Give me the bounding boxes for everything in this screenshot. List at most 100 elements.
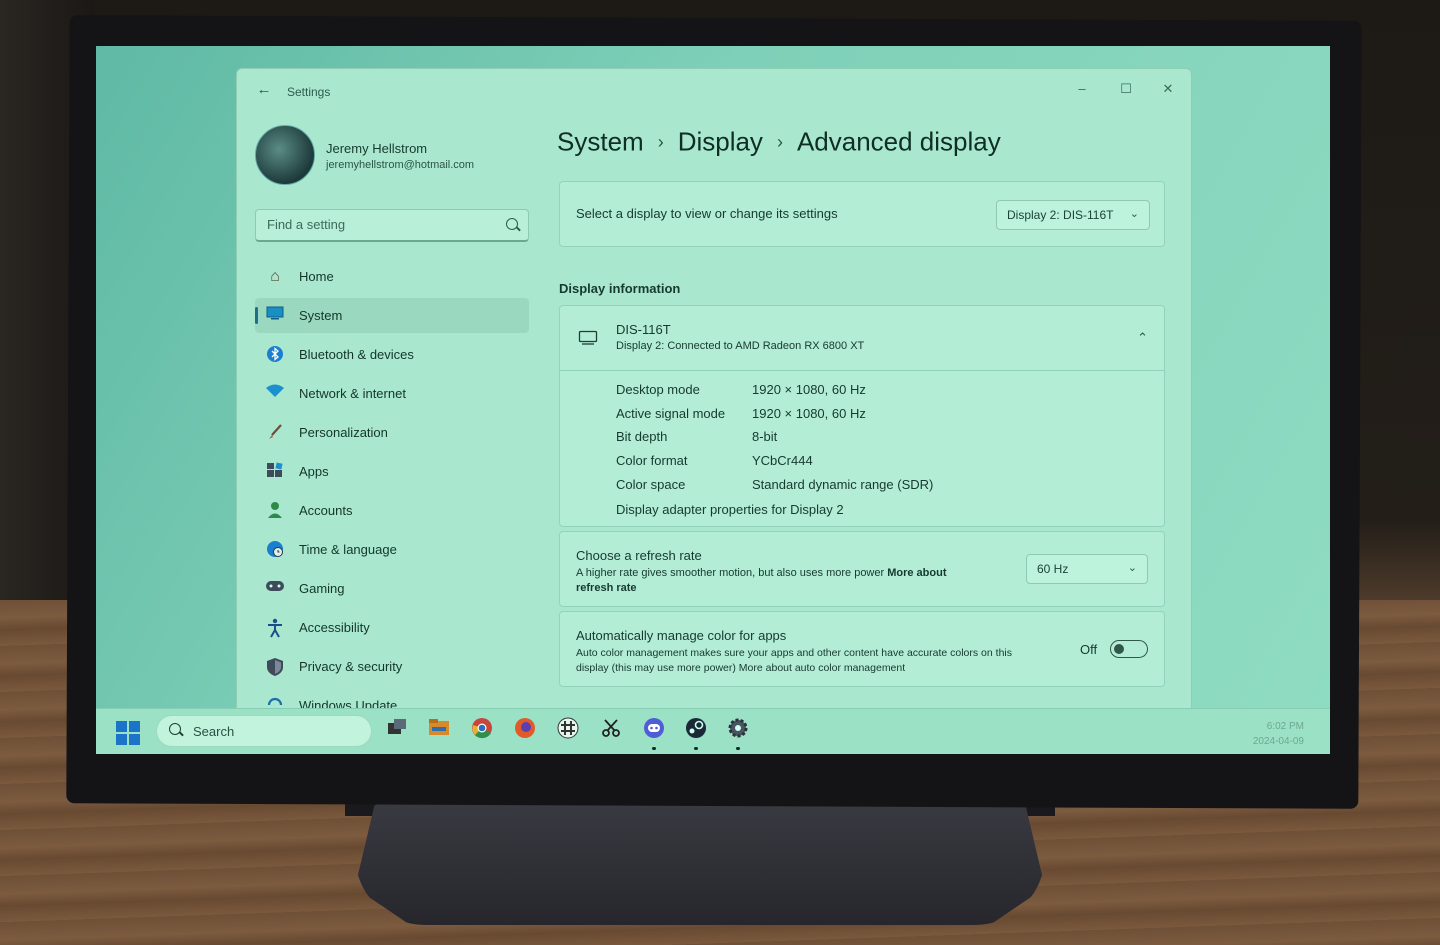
info-value-active-signal-mode: 1920 × 1080, 60 Hz <box>752 406 866 421</box>
connection-status: Display 2: Connected to AMD Radeon RX 68… <box>616 340 865 352</box>
breadcrumb: System › Display › Advanced display <box>557 125 1001 158</box>
chrome-icon[interactable] <box>469 717 495 743</box>
search-input[interactable] <box>265 216 499 233</box>
start-logo-tile <box>129 734 140 745</box>
sidebar-item-network[interactable]: Network & internet <box>255 376 529 411</box>
auto-color-toggle[interactable] <box>1110 640 1148 658</box>
maximize-button[interactable]: ☐ <box>1113 81 1139 101</box>
close-button[interactable]: ✕ <box>1155 81 1181 101</box>
chevron-down-icon: ⌄ <box>1127 562 1137 574</box>
sidebar-item-home[interactable]: ⌂ Home <box>255 259 529 294</box>
breadcrumb-display[interactable]: Display <box>678 127 763 157</box>
page-title: Advanced display <box>796 126 1001 157</box>
profile-name: Jeremy Hellstrom <box>326 141 428 156</box>
windows-start-icon[interactable] <box>116 721 140 745</box>
toggle-state-label: Off <box>1080 642 1098 657</box>
sidebar-item-label: Gaming <box>299 581 345 596</box>
taskbar-search-label: Search <box>193 724 235 739</box>
steam-icon[interactable] <box>683 717 709 750</box>
shield-icon <box>265 657 285 677</box>
settings-gear-icon[interactable] <box>725 717 751 750</box>
sidebar-item-bluetooth[interactable]: Bluetooth & devices <box>255 337 529 372</box>
running-indicator <box>736 747 740 750</box>
sidebar-item-label: Accessibility <box>299 620 370 635</box>
monitor-icon <box>578 330 598 351</box>
monitor-icon <box>265 306 285 326</box>
system-clock[interactable]: 6:02 PM 2024-04-09 <box>1253 719 1304 749</box>
app-title: Settings <box>287 85 331 99</box>
info-value-color-format: YCbCr444 <box>752 453 813 468</box>
sidebar-item-windows-update[interactable]: Windows Update <box>255 688 529 709</box>
avatar[interactable] <box>255 125 315 185</box>
sidebar-nav: ⌂ Home System Bluetooth & devices Networ… <box>255 259 529 709</box>
sidebar-item-system[interactable]: System <box>255 298 529 333</box>
chevron-up-icon[interactable]: ⌃ <box>1137 330 1148 346</box>
profile-email: jeremyhellstrom@hotmail.com <box>326 159 475 171</box>
settings-window: ← Settings – ☐ ✕ Jeremy Hellstrom jeremy… <box>236 68 1192 710</box>
info-value-bit-depth: 8-bit <box>752 429 778 444</box>
monitor-name: DIS-116T <box>616 322 671 337</box>
sidebar-item-label: Time & language <box>299 542 397 557</box>
monitor-screen: ← Settings – ☐ ✕ Jeremy Hellstrom jeremy… <box>96 46 1330 754</box>
select-display-label: Select a display to view or change its s… <box>576 206 838 221</box>
breadcrumb-system[interactable]: System <box>557 127 644 157</box>
task-view-icon[interactable] <box>384 717 410 743</box>
chevron-down-icon: ⌄ <box>1129 208 1139 220</box>
firefox-icon[interactable] <box>512 717 538 743</box>
sidebar-item-label: Apps <box>299 464 329 479</box>
breadcrumb-separator: › <box>657 131 664 152</box>
auto-color-description-line-2: display (this may use more power) More a… <box>576 662 906 674</box>
sidebar-item-label: Privacy & security <box>299 659 403 674</box>
refresh-rate-card: Choose a refresh rate A higher rate give… <box>559 531 1165 607</box>
settings-search[interactable] <box>255 209 529 242</box>
sidebar-item-label: Personalization <box>299 425 388 440</box>
slack-icon[interactable] <box>555 717 581 743</box>
refresh-rate-value: 60 Hz <box>1037 562 1069 576</box>
accessibility-icon <box>265 618 285 638</box>
home-icon: ⌂ <box>270 268 280 285</box>
refresh-rate-title: Choose a refresh rate <box>576 548 702 563</box>
sidebar-item-label: Network & internet <box>299 386 406 401</box>
discord-icon[interactable] <box>641 717 667 750</box>
auto-color-description: Auto color management makes sure your ap… <box>576 646 1066 676</box>
breadcrumb-separator: › <box>776 131 783 152</box>
refresh-rate-description-text: A higher rate gives smoother motion, but… <box>576 567 885 579</box>
info-value-color-space: Standard dynamic range (SDR) <box>752 477 934 492</box>
info-label-color-space: Color space <box>616 477 686 492</box>
sidebar-item-privacy[interactable]: Privacy & security <box>255 649 529 684</box>
sidebar-item-gaming[interactable]: Gaming <box>255 571 529 606</box>
refresh-rate-link[interactable]: refresh rate <box>576 582 637 594</box>
sidebar-item-accessibility[interactable]: Accessibility <box>255 610 529 645</box>
minimize-button[interactable]: – <box>1069 81 1095 101</box>
auto-color-card: Automatically manage color for apps Auto… <box>559 611 1165 687</box>
taskbar: Search 6:02 PM 2024-04-09 <box>96 708 1330 754</box>
refresh-rate-dropdown[interactable]: 60 Hz ⌄ <box>1026 554 1148 584</box>
clock-date: 2024-04-09 <box>1252 736 1304 747</box>
sidebar-item-label: Home <box>299 269 334 284</box>
display-select-value: Display 2: DIS-116T <box>1007 208 1114 222</box>
more-about-refresh-rate-link[interactable]: More about <box>887 567 946 579</box>
back-arrow-icon[interactable]: ← <box>253 81 275 101</box>
sidebar-item-time-language[interactable]: Time & language <box>255 532 529 567</box>
display-select-dropdown[interactable]: Display 2: DIS-116T ⌄ <box>996 200 1150 230</box>
file-explorer-icon[interactable] <box>426 717 452 743</box>
display-information-card: DIS-116T Display 2: Connected to AMD Rad… <box>559 305 1165 527</box>
taskbar-search[interactable]: Search <box>156 715 372 747</box>
info-label-bit-depth: Bit depth <box>616 429 668 444</box>
display-adapter-properties-link[interactable]: Display adapter properties for Display 2 <box>616 502 844 517</box>
info-label-active-signal-mode: Active signal mode <box>616 406 726 421</box>
running-indicator <box>652 747 656 750</box>
sidebar-item-accounts[interactable]: Accounts <box>255 493 529 528</box>
display-information-header[interactable]: DIS-116T Display 2: Connected to AMD Rad… <box>560 306 1164 371</box>
snipping-tool-icon[interactable] <box>598 717 624 743</box>
sidebar-item-apps[interactable]: Apps <box>255 454 529 489</box>
wifi-icon <box>265 384 285 404</box>
sidebar-item-personalization[interactable]: Personalization <box>255 415 529 450</box>
search-icon <box>169 723 181 735</box>
auto-color-title: Automatically manage color for apps <box>576 628 787 643</box>
monitor-stand-base <box>355 800 1045 925</box>
sidebar-item-label: System <box>299 308 343 323</box>
person-icon <box>265 501 285 521</box>
display-information-heading: Display information <box>559 281 681 296</box>
brush-icon <box>265 423 285 443</box>
